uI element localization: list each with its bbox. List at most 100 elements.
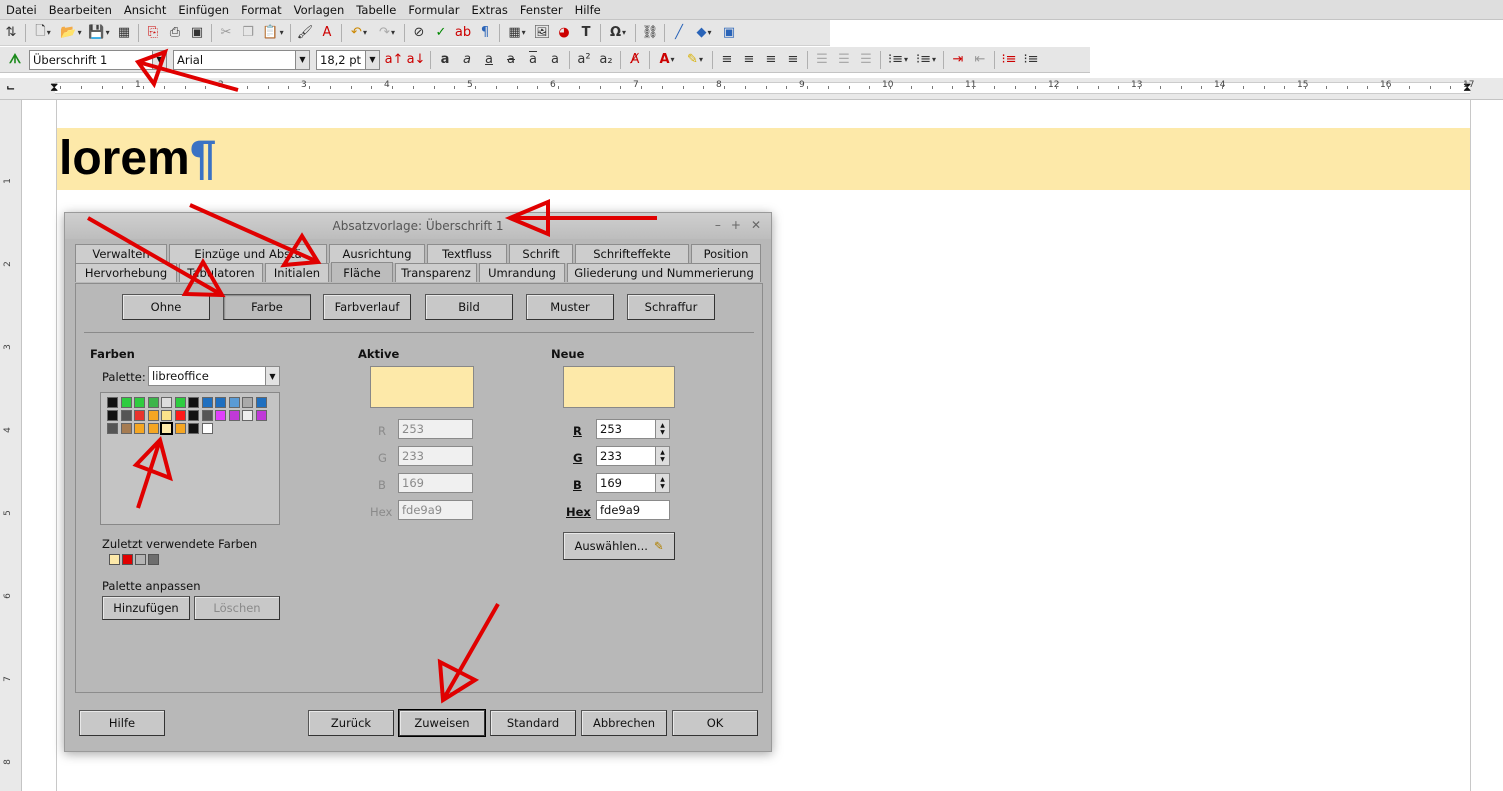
undo-icon[interactable]: ↶ <box>346 23 372 43</box>
color-swatch[interactable] <box>242 410 253 421</box>
superscript-icon[interactable]: a² <box>574 50 594 70</box>
para-spacing-icon[interactable]: ☰ <box>834 50 854 70</box>
italic-icon[interactable]: a <box>457 50 477 70</box>
formatting-marks-icon[interactable]: ¶ <box>475 23 495 43</box>
color-swatch[interactable] <box>228 410 240 421</box>
ok-button[interactable]: OK <box>672 710 758 736</box>
clone-formatting-icon[interactable]: 🖌 <box>295 23 315 43</box>
new-r-value[interactable]: 253 <box>600 422 622 436</box>
justify-icon[interactable]: ≡ <box>783 50 803 70</box>
font-size-combo[interactable]: 18,2 pt ▼ <box>316 49 380 70</box>
tab-initialen[interactable]: Initialen <box>265 263 329 282</box>
menu-extras[interactable]: Extras <box>472 3 508 17</box>
color-swatch[interactable] <box>228 397 240 408</box>
menu-formular[interactable]: Formular <box>408 3 459 17</box>
sidebar-toggle-icon[interactable]: ⇅ <box>1 23 21 43</box>
tab-gliederung-und-nummerierung[interactable]: Gliederung und Nummerierung <box>567 263 761 282</box>
color-swatch[interactable] <box>161 397 172 408</box>
color-swatch[interactable] <box>188 423 199 434</box>
color-swatch[interactable] <box>174 423 186 434</box>
save-icon[interactable]: 💾 <box>86 23 112 43</box>
minimize-icon[interactable]: – <box>715 218 721 232</box>
copy-icon[interactable]: ❐ <box>238 23 258 43</box>
align-center-icon[interactable]: ≡ <box>739 50 759 70</box>
tab-transparenz[interactable]: Transparenz <box>395 263 477 282</box>
palette-value[interactable]: libreoffice <box>149 369 265 383</box>
color-swatch[interactable] <box>147 397 159 408</box>
recent-color-swatch[interactable] <box>135 554 146 565</box>
align-left-icon[interactable]: ≡ <box>717 50 737 70</box>
font-color-icon[interactable]: A <box>654 50 680 70</box>
open-folder-icon[interactable]: 📂 <box>58 23 84 43</box>
templates-icon[interactable]: ▦ <box>114 23 134 43</box>
add-color-button[interactable]: Hinzufügen <box>102 596 190 620</box>
strikethrough-icon[interactable]: a <box>501 50 521 70</box>
font-name-value[interactable]: Arial <box>174 53 295 67</box>
pick-color-button[interactable]: Auswählen... ✎ <box>563 532 675 560</box>
hyperlink-icon[interactable]: ⛓ <box>640 23 660 43</box>
fill-gradient-button[interactable]: Farbverlauf <box>323 294 411 320</box>
line-spacing-icon[interactable]: ☰ <box>812 50 832 70</box>
export-pdf-icon[interactable]: ⎘ <box>143 23 163 43</box>
font-size-value[interactable]: 18,2 pt <box>317 53 365 67</box>
color-swatch[interactable] <box>242 397 253 408</box>
menu-format[interactable]: Format <box>241 3 282 17</box>
paste-icon[interactable]: 📋 <box>260 23 286 43</box>
palette-select[interactable]: libreoffice ▼ <box>148 366 280 386</box>
tab-verwalten[interactable]: Verwalten <box>75 244 167 263</box>
find-replace-icon[interactable]: ⊘ <box>409 23 429 43</box>
close-icon[interactable]: ✕ <box>751 218 761 232</box>
clear-formatting-icon[interactable]: A <box>317 23 337 43</box>
insert-line-icon[interactable]: ╱ <box>669 23 689 43</box>
new-r-field[interactable]: 253 ▲ ▼ <box>596 419 670 439</box>
recent-color-swatch[interactable] <box>109 554 120 565</box>
color-swatch[interactable] <box>120 410 132 421</box>
delete-color-button[interactable]: Löschen <box>194 596 280 620</box>
fill-none-button[interactable]: Ohne <box>122 294 210 320</box>
color-swatch[interactable] <box>188 410 199 421</box>
decrease-font-size-icon[interactable]: a↓ <box>406 50 426 70</box>
tab-schrift[interactable]: Schrift <box>509 244 573 263</box>
styles-icon[interactable]: ᗑ <box>5 50 25 70</box>
menu-tabelle[interactable]: Tabelle <box>356 3 396 17</box>
underline-icon[interactable]: a <box>479 50 499 70</box>
color-swatch[interactable] <box>120 397 132 408</box>
color-swatch[interactable] <box>201 423 213 434</box>
paragraph-style-value[interactable]: Überschrift 1 <box>30 53 152 67</box>
color-swatch-grid[interactable] <box>100 392 280 525</box>
tab-stop-icon[interactable]: ⌙ <box>6 81 15 94</box>
shadow-icon[interactable]: a <box>545 50 565 70</box>
standard-button[interactable]: Standard <box>490 710 576 736</box>
basic-shapes-icon[interactable]: ◆ <box>691 23 717 43</box>
insert-image-icon[interactable]: 🖼 <box>532 23 552 43</box>
color-swatch[interactable] <box>201 397 213 408</box>
promote-icon[interactable]: ⁝≡ <box>999 50 1019 70</box>
tab-textfluss[interactable]: Textfluss <box>427 244 507 263</box>
menu-einfuegen[interactable]: Einfügen <box>178 3 229 17</box>
menu-vorlagen[interactable]: Vorlagen <box>294 3 345 17</box>
color-swatch[interactable] <box>107 410 118 421</box>
menu-datei[interactable]: Datei <box>6 3 37 17</box>
spin-arrows-icon[interactable]: ▲ ▼ <box>655 420 669 438</box>
bold-icon[interactable]: a <box>435 50 455 70</box>
para-spacing2-icon[interactable]: ☰ <box>856 50 876 70</box>
color-swatch[interactable] <box>134 423 145 434</box>
spin-arrows-icon[interactable]: ▲ ▼ <box>655 474 669 492</box>
color-swatch[interactable] <box>120 423 132 434</box>
clear-direct-formatting-icon[interactable]: A̸ <box>625 50 645 70</box>
menu-hilfe[interactable]: Hilfe <box>575 3 601 17</box>
back-button[interactable]: Zurück <box>308 710 394 736</box>
spelling-icon[interactable]: ✓ <box>431 23 451 43</box>
redo-icon[interactable]: ↷ <box>374 23 400 43</box>
font-name-combo[interactable]: Arial ▼ <box>173 49 310 70</box>
chevron-down-icon[interactable]: ▼ <box>365 50 379 69</box>
demote-icon[interactable]: ⁝≡ <box>1021 50 1041 70</box>
horizontal-ruler[interactable]: ⌙ ⧗ ⧗ 1 2 3 4 5 6 7 8 9 10 11 12 13 14 15 16 17 <box>0 78 1503 100</box>
tab-hervorhebung[interactable]: Hervorhebung <box>75 263 177 282</box>
vertical-ruler[interactable]: 1 2 3 4 5 6 7 8 <box>0 100 22 791</box>
maximize-icon[interactable]: + <box>731 218 741 232</box>
subscript-icon[interactable]: a₂ <box>596 50 616 70</box>
new-document-icon[interactable]: 🗋 <box>30 23 56 43</box>
color-swatch[interactable] <box>147 423 159 434</box>
insert-chart-icon[interactable]: ◕ <box>554 23 574 43</box>
